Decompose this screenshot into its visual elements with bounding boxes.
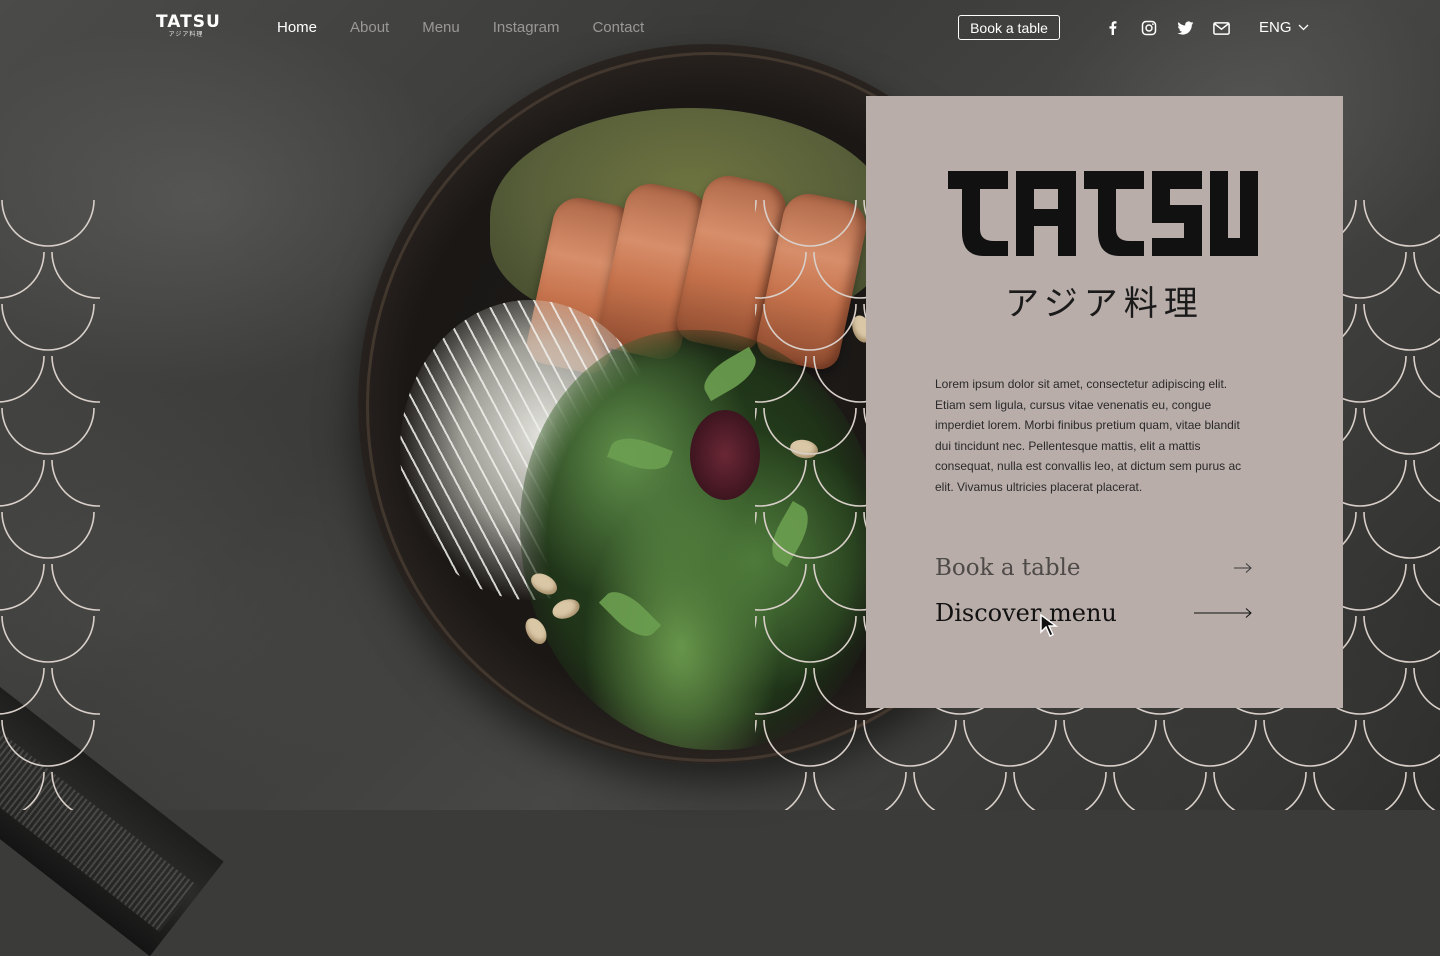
mouse-cursor-icon bbox=[1040, 614, 1059, 637]
logo-wordmark: TATSU bbox=[156, 12, 221, 32]
facebook-icon[interactable] bbox=[1103, 18, 1123, 38]
discover-menu-link[interactable]: Discover menu bbox=[935, 596, 1253, 630]
hero-card: アジア料理 Lorem ipsum dolor sit amet, consec… bbox=[866, 96, 1343, 708]
nav-link-menu[interactable]: Menu bbox=[422, 19, 460, 36]
arrow-right-icon bbox=[1234, 563, 1252, 573]
long-arrow-right-icon bbox=[1194, 608, 1252, 618]
tatsu-logo bbox=[948, 171, 1258, 256]
chevron-down-icon bbox=[1298, 24, 1308, 31]
book-table-link-label: Book a table bbox=[935, 555, 1081, 581]
twitter-icon[interactable] bbox=[1175, 18, 1195, 38]
nav-logo[interactable]: TATSU アジア料理 bbox=[156, 12, 221, 39]
discover-menu-link-label: Discover menu bbox=[935, 599, 1117, 627]
social-links bbox=[1103, 18, 1231, 38]
logo-subtitle: アジア料理 bbox=[168, 32, 204, 38]
hero-description: Lorem ipsum dolor sit amet, consectetur … bbox=[935, 377, 1242, 494]
hero-subtitle: アジア料理 bbox=[1005, 284, 1204, 324]
nav-link-instagram[interactable]: Instagram bbox=[493, 19, 560, 36]
language-label: ENG bbox=[1259, 19, 1292, 36]
nav-link-contact[interactable]: Contact bbox=[592, 19, 644, 36]
nav-links: Home About Menu Instagram Contact bbox=[277, 19, 644, 36]
instagram-icon[interactable] bbox=[1139, 18, 1159, 38]
language-selector[interactable]: ENG bbox=[1259, 19, 1309, 36]
book-table-link[interactable]: Book a table bbox=[935, 551, 1253, 585]
nav-link-about[interactable]: About bbox=[350, 19, 389, 36]
top-nav: TATSU アジア料理 Home About Menu Instagram Co… bbox=[0, 0, 1440, 56]
radicchio bbox=[690, 410, 760, 500]
book-table-button[interactable]: Book a table bbox=[958, 15, 1060, 40]
mail-icon[interactable] bbox=[1211, 18, 1231, 38]
nav-link-home[interactable]: Home bbox=[277, 19, 317, 36]
